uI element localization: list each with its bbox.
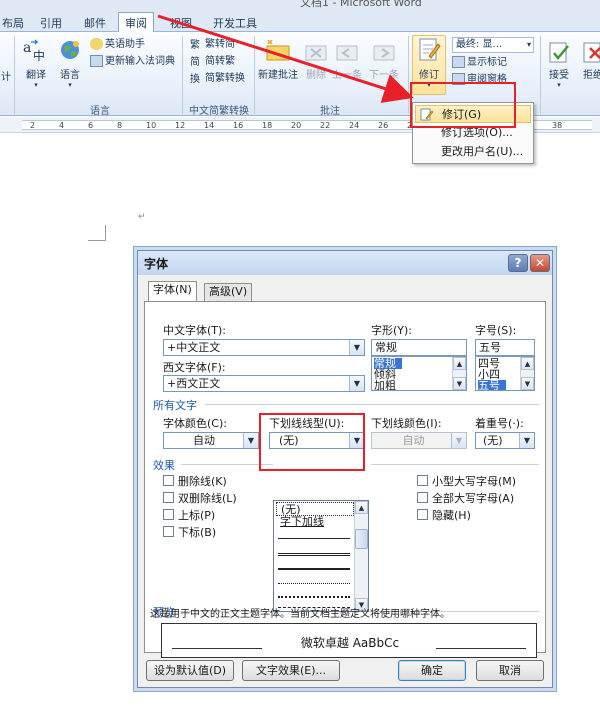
annotation-box-underline bbox=[259, 413, 365, 471]
annotation-box-track-menu bbox=[410, 82, 516, 128]
